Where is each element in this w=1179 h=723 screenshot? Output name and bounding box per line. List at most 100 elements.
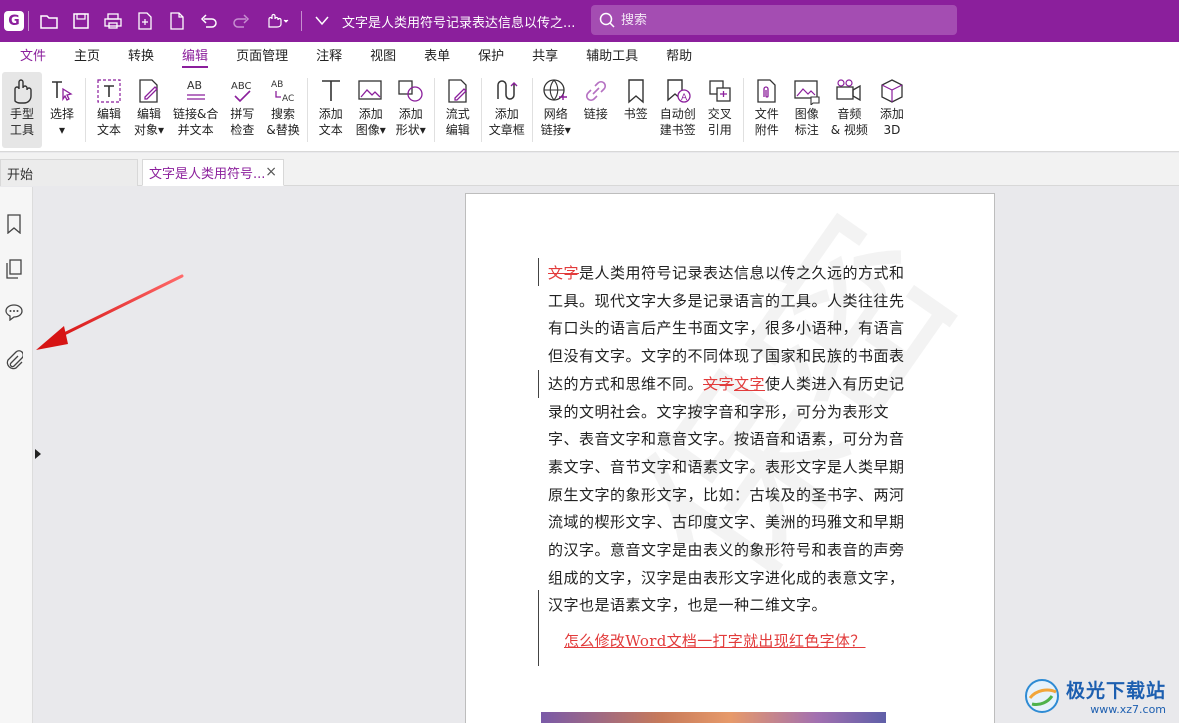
search-box[interactable] — [591, 5, 957, 35]
undo-icon[interactable] — [193, 0, 225, 42]
flow-edit-button[interactable]: 流式 编辑 — [438, 72, 478, 148]
search-replace-button[interactable]: AB AC 搜索 &替换 — [262, 72, 303, 148]
title-bar: G 文字是人类用符号记录表达信息以传之... — [0, 0, 1179, 42]
save-icon[interactable] — [65, 0, 97, 42]
add-article-box-button[interactable]: 添加 文章框 — [485, 72, 529, 148]
menu-home[interactable]: 主页 — [60, 42, 114, 72]
ribbon-label: 链接&合 并文本 — [173, 107, 219, 137]
ribbon-label: 流式 编辑 — [445, 107, 470, 137]
menu-file[interactable]: 文件 — [6, 42, 60, 72]
edit-text-icon — [94, 76, 124, 106]
document-page: 保密 文字是人类用符号记录表达信息以传之久远的方式和工具。现代文字大多是记录语言… — [465, 193, 995, 723]
add-3d-icon — [877, 76, 907, 106]
add-shape-icon — [396, 76, 426, 106]
document-hyperlink[interactable]: 怎么修改Word文档一打字就出现红色字体？ — [564, 630, 866, 651]
quick-access-dropdown-icon[interactable] — [306, 0, 338, 42]
bookmark-panel-icon[interactable] — [4, 213, 24, 235]
auto-bookmark-button[interactable]: A 自动创 建书签 — [656, 72, 700, 148]
panel-expand-icon[interactable] — [34, 448, 44, 462]
document-body[interactable]: 文字是人类用符号记录表达信息以传之久远的方式和工具。现代文字大多是记录语言的工具… — [548, 260, 918, 620]
menu-help[interactable]: 帮助 — [652, 42, 706, 72]
spell-check-button[interactable]: ABC 拼写 检查 — [222, 72, 262, 148]
site-logo-url: www.xz7.com — [1090, 702, 1167, 716]
add-text-button[interactable]: 添加 文本 — [311, 72, 351, 148]
svg-text:ABC: ABC — [231, 81, 252, 92]
link-button[interactable]: 链接 — [576, 72, 616, 148]
add-image-button[interactable]: 添加 图像▾ — [351, 72, 391, 148]
add-shape-button[interactable]: 添加 形状▾ — [391, 72, 431, 148]
bookmark-icon — [621, 76, 651, 106]
change-bar — [538, 370, 539, 398]
divider — [306, 78, 308, 142]
ribbon-label: 添加 文本 — [318, 107, 343, 137]
add-text-icon — [316, 76, 346, 106]
menu-convert[interactable]: 转换 — [114, 42, 168, 72]
inserted-text: 文字 — [734, 374, 766, 393]
close-icon[interactable]: × — [265, 164, 277, 180]
image-annotation-button[interactable]: 图像 标注 — [787, 72, 827, 148]
comments-panel-icon[interactable] — [4, 301, 24, 323]
change-bar — [538, 590, 539, 666]
hand-tool-dropdown-icon[interactable] — [257, 0, 297, 42]
menu-bar: 文件 主页 转换 编辑 页面管理 注释 视图 表单 保护 共享 辅助工具 帮助 — [0, 42, 1179, 72]
svg-text:AC: AC — [282, 94, 294, 104]
audio-video-button[interactable]: 音频 & 视频 — [827, 72, 872, 148]
redo-icon[interactable] — [225, 0, 257, 42]
app-logo-icon[interactable]: G — [4, 11, 24, 31]
ribbon-label: 自动创 建书签 — [659, 107, 696, 137]
ribbon-label: 添加 形状▾ — [395, 107, 426, 137]
ribbon-label: 编辑 文本 — [96, 107, 121, 137]
page-thumbnails-icon[interactable] — [4, 258, 24, 280]
web-link-icon — [541, 76, 571, 106]
attachment-panel-icon[interactable] — [4, 349, 24, 371]
body-text: 是人类用符号记录表达信息以传之久远的方式和工具。现代文字大多是记录语言的工具。人… — [548, 264, 905, 393]
cross-reference-button[interactable]: 交叉 引用 — [700, 72, 740, 148]
search-input[interactable] — [621, 12, 921, 28]
document-title: 文字是人类用符号记录表达信息以传之... — [342, 15, 576, 31]
open-folder-icon[interactable] — [33, 0, 65, 42]
tab-label: 文字是人类用符号... — [149, 167, 266, 182]
svg-text:AB: AB — [271, 80, 283, 90]
ribbon-label: 图像 标注 — [794, 107, 819, 137]
menu-accessibility[interactable]: 辅助工具 — [572, 42, 652, 72]
article-box-icon — [492, 76, 522, 106]
deleted-text: 文字 — [548, 264, 580, 282]
edit-object-button[interactable]: 编辑 对象▾ — [129, 72, 169, 148]
ribbon-label: 编辑 对象▾ — [133, 107, 165, 137]
ribbon-label: 手型 工具 — [9, 107, 34, 137]
menu-edit[interactable]: 编辑 — [168, 42, 222, 72]
menu-comment[interactable]: 注释 — [302, 42, 356, 72]
tab-start[interactable]: 开始 — [0, 159, 138, 186]
edit-text-button[interactable]: 编辑 文本 — [89, 72, 129, 148]
select-button[interactable]: 选择 ▾ — [42, 72, 82, 148]
link-merge-text-icon: AB — [181, 76, 211, 106]
link-merge-text-button[interactable]: AB 链接&合 并文本 — [169, 72, 222, 148]
menu-page-management[interactable]: 页面管理 — [222, 42, 302, 72]
audio-video-icon — [834, 76, 864, 106]
ribbon-label: 书签 — [623, 107, 648, 121]
file-attachment-icon — [752, 76, 782, 106]
flow-edit-icon — [443, 76, 473, 106]
ribbon-label: 拼写 检查 — [230, 107, 255, 137]
menu-view[interactable]: 视图 — [356, 42, 410, 72]
add-3d-button[interactable]: 添加 3D — [872, 72, 912, 148]
globe-logo-icon — [1025, 678, 1059, 713]
hand-tool-button[interactable]: 手型 工具 — [2, 72, 42, 148]
new-file-icon[interactable] — [161, 0, 193, 42]
bookmark-button[interactable]: 书签 — [616, 72, 656, 148]
print-icon[interactable] — [97, 0, 129, 42]
divider — [480, 78, 482, 142]
search-icon — [599, 12, 615, 28]
svg-text:A: A — [681, 93, 688, 103]
tab-document[interactable]: 文字是人类用符号... × — [142, 159, 284, 186]
file-attachment-button[interactable]: 文件 附件 — [747, 72, 787, 148]
divider — [28, 11, 29, 31]
ribbon-label: 链接 — [583, 107, 608, 121]
site-logo: 极光下载站 www.xz7.com — [1022, 668, 1179, 723]
menu-form[interactable]: 表单 — [410, 42, 464, 72]
export-icon[interactable] — [129, 0, 161, 42]
menu-protect[interactable]: 保护 — [464, 42, 518, 72]
divider — [742, 78, 744, 142]
menu-share[interactable]: 共享 — [518, 42, 572, 72]
web-link-button[interactable]: 网络 链接▾ — [536, 72, 576, 148]
